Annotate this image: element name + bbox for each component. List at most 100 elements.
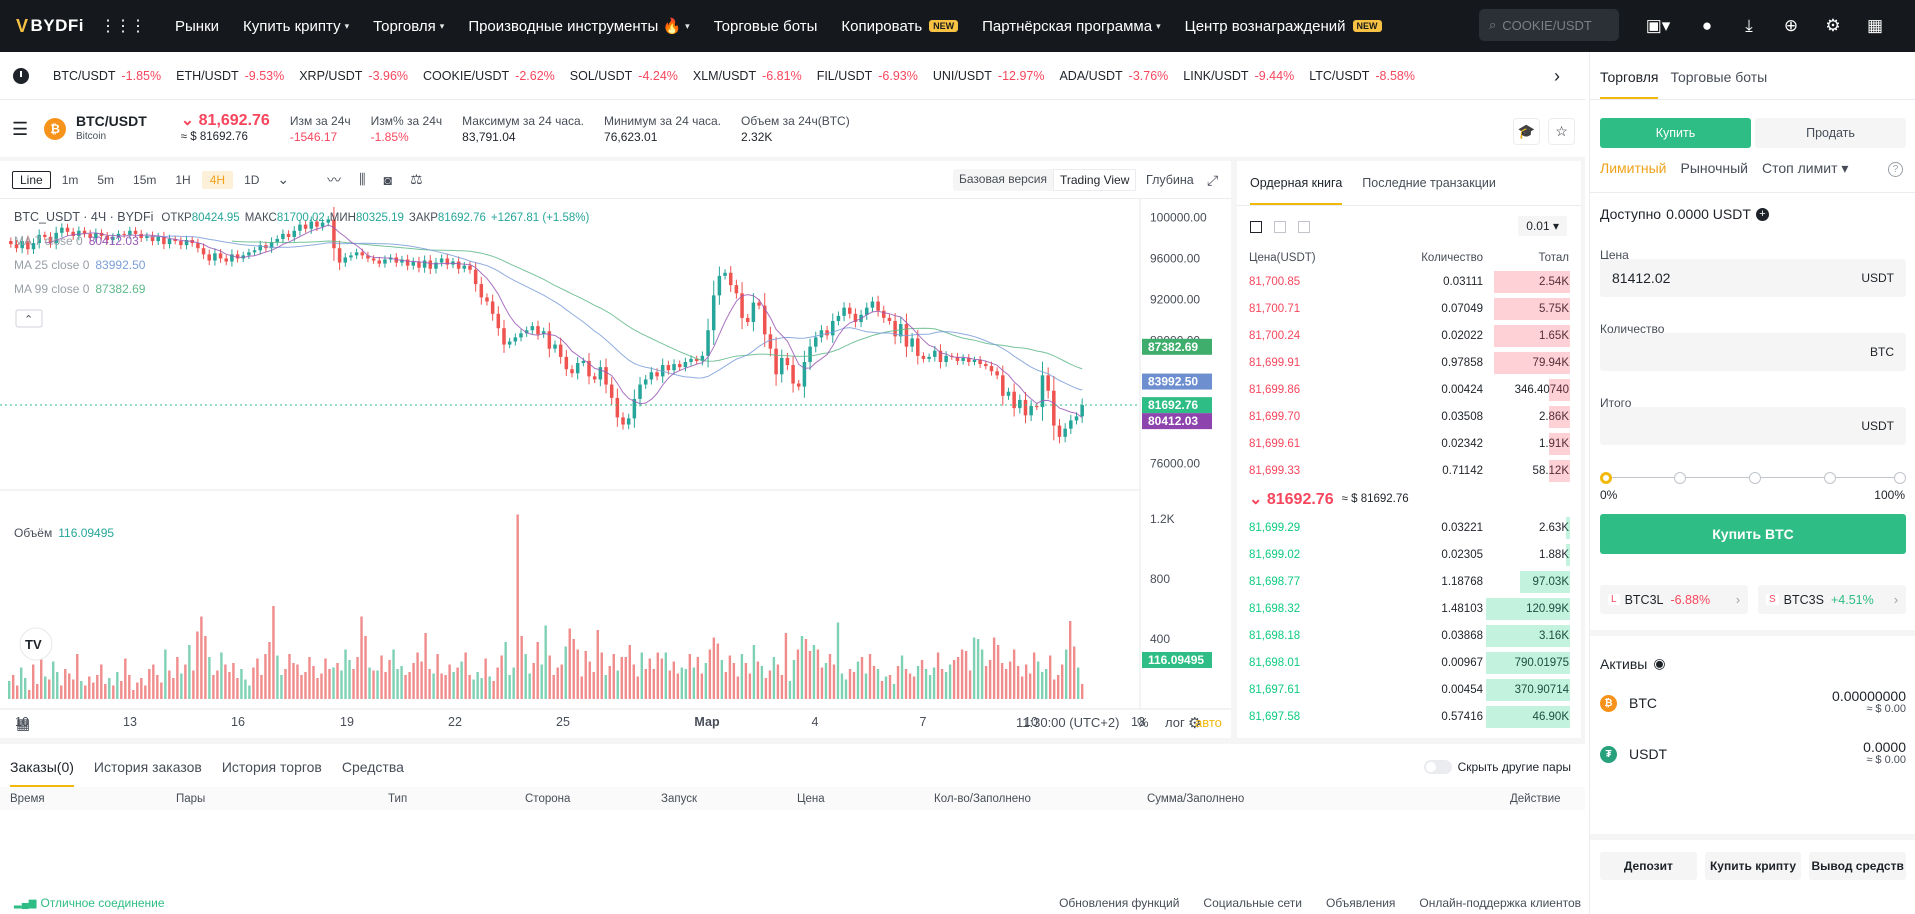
tab-trade-history[interactable]: История торгов	[222, 759, 322, 787]
timeframe-1d[interactable]: 1D	[236, 171, 267, 189]
hide-other-pairs[interactable]: Скрыть другие пары	[1423, 760, 1571, 774]
footer-link-social[interactable]: Социальные сети	[1203, 896, 1302, 910]
indicators-icon[interactable]: 〰	[327, 170, 341, 190]
apps-grid-icon[interactable]: ⋮⋮⋮	[100, 16, 146, 36]
scale-option[interactable]: %	[1137, 715, 1149, 730]
ticker-item[interactable]: XLM/USDT -6.81%	[693, 69, 802, 83]
order-type-limit[interactable]: Лимитный	[1600, 160, 1666, 177]
search-input[interactable]: ⌕ COOKIE/USDT	[1479, 9, 1619, 41]
ticker-item[interactable]: LTC/USDT -8.58%	[1309, 69, 1415, 83]
orderbook-row[interactable]: 81,700.71 0.07049 5.75K	[1237, 295, 1581, 322]
tradingview-option[interactable]: Trading View	[1053, 169, 1137, 191]
slider-handle[interactable]	[1600, 472, 1612, 484]
nav-item[interactable]: Рынки	[163, 18, 231, 35]
tab-trade[interactable]: Торговля	[1600, 69, 1659, 99]
tab-funds[interactable]: Средства	[342, 759, 404, 787]
ticker-item[interactable]: UNI/USDT -12.97%	[933, 69, 1045, 83]
layout-asks-icon[interactable]	[1298, 221, 1310, 233]
footer-link-updates[interactable]: Обновления функций	[1059, 896, 1179, 910]
order-type-market[interactable]: Рыночный	[1680, 160, 1748, 177]
eye-icon[interactable]: ◉	[1653, 655, 1665, 672]
nav-item[interactable]: Копировать NEW	[829, 18, 970, 35]
fullscreen-icon[interactable]: ⤢	[1207, 172, 1218, 189]
gift-icon[interactable]: ▦	[1864, 15, 1886, 37]
nav-item[interactable]: Торговые боты	[702, 18, 830, 35]
ticker-item[interactable]: COOKIE/USDT -2.62%	[423, 69, 555, 83]
plus-icon[interactable]: +	[1755, 207, 1769, 221]
layout-both-icon[interactable]	[1250, 221, 1262, 233]
slider-step-75[interactable]	[1824, 472, 1836, 484]
orderbook-row[interactable]: 81,698.77 1.18768 97.03K	[1237, 568, 1581, 595]
withdraw-button[interactable]: Вывод средств	[1809, 852, 1907, 880]
scale-option[interactable]: авто	[1195, 715, 1222, 730]
amount-slider[interactable]	[1600, 472, 1906, 484]
clock-icon[interactable]	[13, 67, 29, 84]
scale-option[interactable]: лог	[1165, 715, 1185, 730]
ticker-item[interactable]: LINK/USDT -9.44%	[1183, 69, 1294, 83]
deposit-button[interactable]: Депозит	[1600, 852, 1697, 880]
layout-bids-icon[interactable]	[1274, 221, 1286, 233]
ticker-item[interactable]: FIL/USDT -6.93%	[817, 69, 918, 83]
buy-crypto-button[interactable]: Купить крипту	[1704, 852, 1802, 880]
orderbook-row[interactable]: 81,699.91 0.97858 79.94K	[1237, 349, 1581, 376]
download-icon[interactable]: ⤓	[1738, 15, 1760, 37]
col-header[interactable]: Тип	[388, 793, 407, 805]
orderbook-row[interactable]: 81,697.58 0.57416 46.90K	[1237, 703, 1581, 730]
tab-orders[interactable]: Заказы(0)	[10, 759, 74, 787]
order-type-stop-limit[interactable]: Стоп лимит ▾	[1762, 160, 1848, 177]
orderbook-row[interactable]: 81,700.24 0.02022 1.65K	[1237, 322, 1581, 349]
camera-icon[interactable]: ◙	[384, 172, 392, 188]
toggle-switch[interactable]	[1423, 760, 1452, 774]
orderbook-row[interactable]: 81,697.61 0.00454 370.90714	[1237, 676, 1581, 703]
orderbook-row[interactable]: 81,699.29 0.03221 2.63K	[1237, 514, 1581, 541]
orderbook-row[interactable]: 81,699.70 0.03508 2.86K	[1237, 403, 1581, 430]
timeframe-5m[interactable]: 5m	[89, 171, 122, 189]
timeframe-1m[interactable]: 1m	[54, 171, 87, 189]
orderbook-row[interactable]: 81,698.18 0.03868 3.16K	[1237, 622, 1581, 649]
timeframe-1h[interactable]: 1H	[167, 171, 198, 189]
leveraged-token-btc3s[interactable]: S BTC3S +4.51% ›	[1758, 585, 1906, 614]
tab-trading-bots[interactable]: Торговые боты	[1670, 69, 1767, 99]
tab-orderbook[interactable]: Ордерная книга	[1250, 176, 1343, 205]
ticker-item[interactable]: XRP/USDT -3.96%	[299, 69, 408, 83]
ticker-item[interactable]: ETH/USDT -9.53%	[176, 69, 284, 83]
globe-icon[interactable]: ⊕	[1780, 15, 1802, 37]
ticker-item[interactable]: ADA/USDT -3.76%	[1059, 69, 1168, 83]
gear-icon[interactable]: ⚙	[1822, 15, 1844, 37]
collapse-legend-button[interactable]: ⌃	[15, 309, 43, 328]
menu-icon[interactable]: ☰	[12, 119, 32, 140]
star-icon[interactable]: ☆	[1548, 118, 1575, 145]
depth-tab[interactable]: Глубина	[1146, 173, 1194, 187]
nav-item[interactable]: Купить крипту ▾	[231, 18, 361, 35]
user-icon[interactable]: ●	[1696, 15, 1718, 37]
nav-item[interactable]: Производные инструменты 🔥 ▾	[456, 17, 701, 35]
slider-step-100[interactable]	[1894, 472, 1906, 484]
orderbook-row[interactable]: 81,699.33 0.71142 58.12K	[1237, 457, 1581, 484]
orderbook-row[interactable]: 81,698.01 0.00967 790.01975	[1237, 649, 1581, 676]
nav-item[interactable]: Партнёрская программа ▾	[970, 18, 1172, 35]
price-chart[interactable]: 100000.0096000.0092000.0088000.0076000.0…	[0, 199, 1231, 738]
orderbook-row[interactable]: 81,699.86 0.00424 346.40740	[1237, 376, 1581, 403]
timeframe-15m[interactable]: 15m	[125, 171, 164, 189]
basic-version-option[interactable]: Базовая версия	[953, 169, 1053, 191]
logo[interactable]: V BYDFi	[16, 16, 84, 37]
chevron-right-icon[interactable]: ›	[1554, 66, 1560, 87]
compare-icon[interactable]: ⚖	[410, 171, 423, 188]
wallet-icon[interactable]: ▣▾	[1640, 15, 1676, 37]
candle-type-icon[interactable]: ⫼	[359, 171, 365, 188]
footer-link-support[interactable]: Онлайн-поддержка клиентов	[1419, 896, 1581, 910]
timeframe-line[interactable]: Line	[12, 170, 51, 189]
orderbook-row[interactable]: 81,699.61 0.02342 1.91K	[1237, 430, 1581, 457]
orderbook-row[interactable]: 81,699.02 0.02305 1.88K	[1237, 541, 1581, 568]
buy-btc-button[interactable]: Купить BTC	[1600, 514, 1906, 554]
price-input[interactable]: 81412.02 USDT	[1600, 259, 1906, 297]
ticker-item[interactable]: BTC/USDT -1.85%	[53, 69, 161, 83]
tab-recent-trades[interactable]: Последние транзакции	[1362, 176, 1496, 205]
footer-link-announcements[interactable]: Объявления	[1326, 896, 1395, 910]
tradingview-logo[interactable]: TV	[19, 627, 53, 661]
orderbook-row[interactable]: 81,698.32 1.48103 120.99K	[1237, 595, 1581, 622]
help-icon[interactable]: ?	[1888, 162, 1903, 177]
sell-tab[interactable]: Продать	[1755, 118, 1906, 148]
timeframe-4h[interactable]: 4H	[201, 170, 234, 189]
qty-input[interactable]: BTC	[1600, 333, 1906, 371]
